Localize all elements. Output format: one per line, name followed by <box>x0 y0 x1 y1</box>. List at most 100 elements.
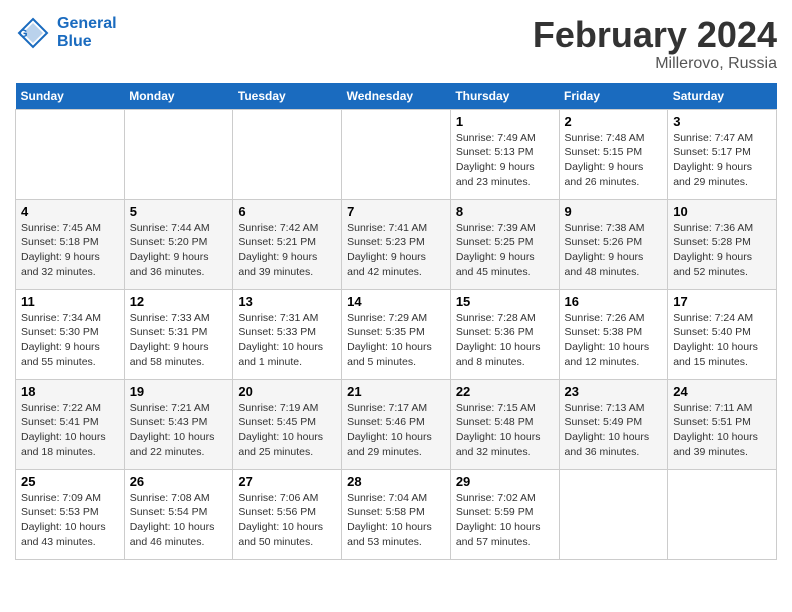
day-number: 21 <box>347 384 445 399</box>
day-number: 27 <box>238 474 336 489</box>
day-info: Sunrise: 7:33 AMSunset: 5:31 PMDaylight:… <box>130 311 228 370</box>
weekday-header-saturday: Saturday <box>668 83 777 110</box>
weekday-header-tuesday: Tuesday <box>233 83 342 110</box>
calendar-cell: 18Sunrise: 7:22 AMSunset: 5:41 PMDayligh… <box>16 379 125 469</box>
calendar-cell: 11Sunrise: 7:34 AMSunset: 5:30 PMDayligh… <box>16 289 125 379</box>
calendar-cell: 23 Sunrise: 7:13 AMSunset: 5:49 PMDayligh… <box>559 379 668 469</box>
day-info: Sunrise: 7:34 AMSunset: 5:30 PMDaylight:… <box>21 311 119 370</box>
day-info: Sunrise: 7:19 AMSunset: 5:45 PMDaylight:… <box>238 401 336 460</box>
calendar-cell: 1 Sunrise: 7:49 AMSunset: 5:13 PMDaylight… <box>450 109 559 199</box>
day-number: 4 <box>21 204 119 219</box>
calendar-cell: 6 Sunrise: 7:42 AMSunset: 5:21 PMDaylight… <box>233 199 342 289</box>
calendar-cell: 19Sunrise: 7:21 AMSunset: 5:43 PMDayligh… <box>124 379 233 469</box>
weekday-header-thursday: Thursday <box>450 83 559 110</box>
day-number: 29 <box>456 474 554 489</box>
calendar-week-row: 18Sunrise: 7:22 AMSunset: 5:41 PMDayligh… <box>16 379 777 469</box>
calendar-cell: 10 Sunrise: 7:36 AMSunset: 5:28 PMDayligh… <box>668 199 777 289</box>
calendar-cell: 3 Sunrise: 7:47 AMSunset: 5:17 PMDaylight… <box>668 109 777 199</box>
day-number: 23 <box>565 384 663 399</box>
calendar-cell: 22Sunrise: 7:15 AMSunset: 5:48 PMDayligh… <box>450 379 559 469</box>
calendar-week-row: 25 Sunrise: 7:09 AMSunset: 5:53 PMDayligh… <box>16 469 777 559</box>
day-number: 8 <box>456 204 554 219</box>
day-info: Sunrise: 7:04 AMSunset: 5:58 PMDaylight:… <box>347 491 445 550</box>
weekday-header-sunday: Sunday <box>16 83 125 110</box>
day-info: Sunrise: 7:31 AMSunset: 5:33 PMDaylight:… <box>238 311 336 370</box>
calendar-week-row: 1 Sunrise: 7:49 AMSunset: 5:13 PMDaylight… <box>16 109 777 199</box>
day-number: 17 <box>673 294 771 309</box>
calendar-cell: 14 Sunrise: 7:29 AMSunset: 5:35 PMDayligh… <box>342 289 451 379</box>
calendar-cell: 29 Sunrise: 7:02 AMSunset: 5:59 PMDayligh… <box>450 469 559 559</box>
day-info: Sunrise: 7:22 AMSunset: 5:41 PMDaylight:… <box>21 401 119 460</box>
day-info: Sunrise: 7:39 AMSunset: 5:25 PMDaylight:… <box>456 221 554 280</box>
day-number: 12 <box>130 294 228 309</box>
day-info: Sunrise: 7:36 AMSunset: 5:28 PMDaylight:… <box>673 221 771 280</box>
day-info: Sunrise: 7:42 AMSunset: 5:21 PMDaylight:… <box>238 221 336 280</box>
day-number: 1 <box>456 114 554 129</box>
calendar-cell: 26 Sunrise: 7:08 AMSunset: 5:54 PMDayligh… <box>124 469 233 559</box>
calendar-cell: 5Sunrise: 7:44 AMSunset: 5:20 PMDaylight… <box>124 199 233 289</box>
day-number: 25 <box>21 474 119 489</box>
day-info: Sunrise: 7:38 AMSunset: 5:26 PMDaylight:… <box>565 221 663 280</box>
day-number: 7 <box>347 204 445 219</box>
calendar-cell <box>342 109 451 199</box>
calendar-cell <box>124 109 233 199</box>
day-info: Sunrise: 7:48 AMSunset: 5:15 PMDaylight:… <box>565 131 663 190</box>
weekday-header-wednesday: Wednesday <box>342 83 451 110</box>
day-info: Sunrise: 7:45 AMSunset: 5:18 PMDaylight:… <box>21 221 119 280</box>
calendar-cell <box>668 469 777 559</box>
weekday-header-row: SundayMondayTuesdayWednesdayThursdayFrid… <box>16 83 777 110</box>
calendar-cell <box>233 109 342 199</box>
day-info: Sunrise: 7:28 AMSunset: 5:36 PMDaylight:… <box>456 311 554 370</box>
calendar-week-row: 11Sunrise: 7:34 AMSunset: 5:30 PMDayligh… <box>16 289 777 379</box>
calendar-cell: 27 Sunrise: 7:06 AMSunset: 5:56 PMDayligh… <box>233 469 342 559</box>
month-year-title: February 2024 <box>533 15 777 55</box>
calendar-cell: 20 Sunrise: 7:19 AMSunset: 5:45 PMDayligh… <box>233 379 342 469</box>
day-number: 13 <box>238 294 336 309</box>
calendar-cell: 16 Sunrise: 7:26 AMSunset: 5:38 PMDayligh… <box>559 289 668 379</box>
day-number: 19 <box>130 384 228 399</box>
weekday-header-monday: Monday <box>124 83 233 110</box>
day-info: Sunrise: 7:17 AMSunset: 5:46 PMDaylight:… <box>347 401 445 460</box>
calendar-cell: 7 Sunrise: 7:41 AMSunset: 5:23 PMDaylight… <box>342 199 451 289</box>
day-info: Sunrise: 7:49 AMSunset: 5:13 PMDaylight:… <box>456 131 554 190</box>
day-number: 26 <box>130 474 228 489</box>
day-number: 24 <box>673 384 771 399</box>
calendar-cell: 13 Sunrise: 7:31 AMSunset: 5:33 PMDayligh… <box>233 289 342 379</box>
day-info: Sunrise: 7:47 AMSunset: 5:17 PMDaylight:… <box>673 131 771 190</box>
calendar-cell <box>559 469 668 559</box>
day-info: Sunrise: 7:44 AMSunset: 5:20 PMDaylight:… <box>130 221 228 280</box>
day-info: Sunrise: 7:13 AMSunset: 5:49 PMDaylight:… <box>565 401 663 460</box>
day-info: Sunrise: 7:06 AMSunset: 5:56 PMDaylight:… <box>238 491 336 550</box>
day-info: Sunrise: 7:24 AMSunset: 5:40 PMDaylight:… <box>673 311 771 370</box>
day-number: 16 <box>565 294 663 309</box>
day-info: Sunrise: 7:02 AMSunset: 5:59 PMDaylight:… <box>456 491 554 550</box>
weekday-header-friday: Friday <box>559 83 668 110</box>
calendar-cell <box>16 109 125 199</box>
day-number: 3 <box>673 114 771 129</box>
day-number: 14 <box>347 294 445 309</box>
title-block: February 2024 Millerovo, Russia <box>533 15 777 73</box>
day-number: 9 <box>565 204 663 219</box>
day-info: Sunrise: 7:09 AMSunset: 5:53 PMDaylight:… <box>21 491 119 550</box>
calendar-cell: 12 Sunrise: 7:33 AMSunset: 5:31 PMDayligh… <box>124 289 233 379</box>
day-number: 28 <box>347 474 445 489</box>
day-number: 22 <box>456 384 554 399</box>
calendar-cell: 17 Sunrise: 7:24 AMSunset: 5:40 PMDayligh… <box>668 289 777 379</box>
location-subtitle: Millerovo, Russia <box>533 55 777 73</box>
calendar-cell: 4 Sunrise: 7:45 AMSunset: 5:18 PMDaylight… <box>16 199 125 289</box>
logo-text: General Blue <box>57 15 117 51</box>
calendar-cell: 15 Sunrise: 7:28 AMSunset: 5:36 PMDayligh… <box>450 289 559 379</box>
day-info: Sunrise: 7:26 AMSunset: 5:38 PMDaylight:… <box>565 311 663 370</box>
day-info: Sunrise: 7:29 AMSunset: 5:35 PMDaylight:… <box>347 311 445 370</box>
calendar-cell: 28 Sunrise: 7:04 AMSunset: 5:58 PMDayligh… <box>342 469 451 559</box>
day-number: 20 <box>238 384 336 399</box>
calendar-cell: 8 Sunrise: 7:39 AMSunset: 5:25 PMDaylight… <box>450 199 559 289</box>
day-number: 15 <box>456 294 554 309</box>
day-info: Sunrise: 7:08 AMSunset: 5:54 PMDaylight:… <box>130 491 228 550</box>
day-info: Sunrise: 7:41 AMSunset: 5:23 PMDaylight:… <box>347 221 445 280</box>
calendar-cell: 24Sunrise: 7:11 AMSunset: 5:51 PMDayligh… <box>668 379 777 469</box>
page-header: G General Blue February 2024 Millerovo, … <box>15 15 777 73</box>
calendar-cell: 21 Sunrise: 7:17 AMSunset: 5:46 PMDayligh… <box>342 379 451 469</box>
day-number: 6 <box>238 204 336 219</box>
day-number: 10 <box>673 204 771 219</box>
